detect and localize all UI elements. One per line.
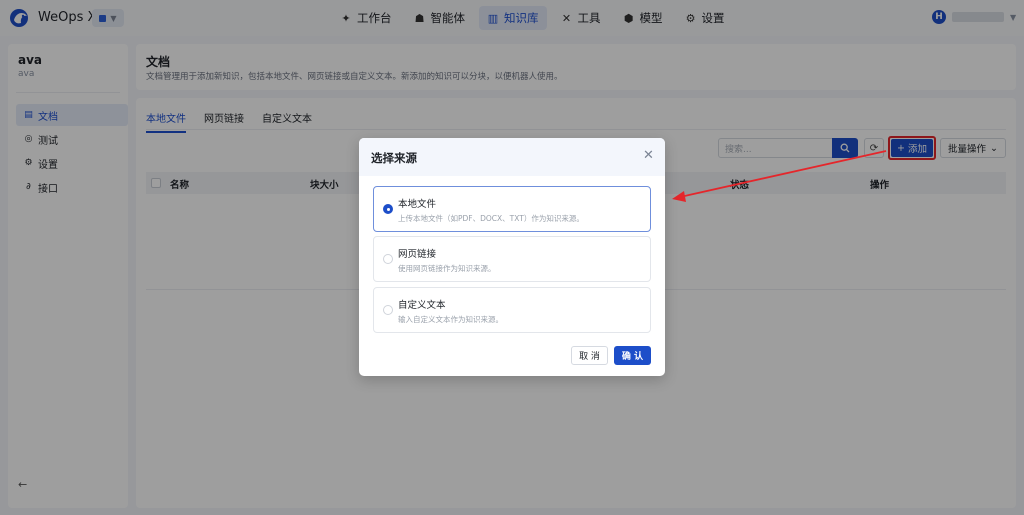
option-title: 本地文件: [398, 199, 437, 210]
option-description: 使用网页链接作为知识来源。: [398, 264, 496, 273]
radio-button[interactable]: [383, 204, 393, 214]
radio-button[interactable]: [383, 254, 393, 264]
option-title: 网页链接: [398, 249, 437, 260]
confirm-button[interactable]: 确 认: [614, 346, 651, 365]
source-option-web-link[interactable]: 网页链接 使用网页链接作为知识来源。: [373, 236, 651, 282]
cancel-button[interactable]: 取 消: [571, 346, 608, 365]
source-option-local-file[interactable]: 本地文件 上传本地文件（如PDF、DOCX、TXT）作为知识来源。: [373, 186, 651, 232]
close-icon[interactable]: ✕: [643, 148, 654, 163]
source-option-custom-text[interactable]: 自定义文本 输入自定义文本作为知识来源。: [373, 287, 651, 333]
dialog-header: 选择来源 ✕: [359, 138, 665, 176]
option-description: 输入自定义文本作为知识来源。: [398, 315, 503, 324]
option-description: 上传本地文件（如PDF、DOCX、TXT）作为知识来源。: [398, 214, 584, 223]
radio-button[interactable]: [383, 305, 393, 315]
dialog-title: 选择来源: [371, 151, 417, 165]
select-source-dialog: 选择来源 ✕ 本地文件 上传本地文件（如PDF、DOCX、TXT）作为知识来源。…: [359, 138, 665, 376]
option-title: 自定义文本: [398, 300, 446, 311]
